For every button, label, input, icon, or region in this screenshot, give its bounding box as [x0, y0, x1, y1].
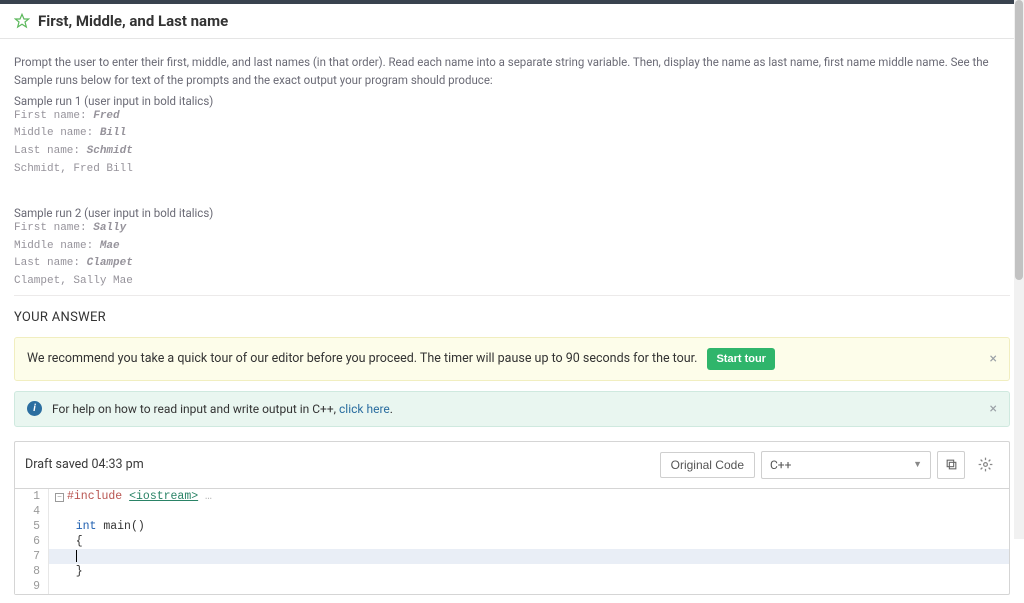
sample1-input-last: Schmidt — [87, 145, 133, 157]
code-token: int — [76, 520, 97, 533]
tour-banner-text: We recommend you take a quick tour of ou… — [27, 351, 697, 366]
divider — [14, 295, 1010, 296]
sample2-prompt-last: Last name: — [14, 257, 87, 269]
original-code-button[interactable]: Original Code — [660, 452, 755, 478]
favorite-star-icon[interactable] — [14, 13, 30, 29]
help-close-icon[interactable]: × — [990, 401, 997, 417]
sample2-input-middle: Mae — [100, 240, 120, 252]
sample-run-2: First name: Sally Middle name: Mae Last … — [14, 220, 1010, 290]
tour-banner: We recommend you take a quick tour of ou… — [14, 337, 1010, 381]
scrollbar-thumb[interactable] — [1015, 0, 1023, 280]
line-number: 7 — [15, 549, 49, 564]
code-fold-dots: … — [198, 490, 212, 503]
help-link[interactable]: click here — [339, 402, 390, 416]
main-content: Prompt the user to enter their first, mi… — [0, 39, 1024, 603]
tour-close-icon[interactable]: × — [990, 351, 997, 367]
line-number: 6 — [15, 534, 49, 549]
draft-status: Draft saved 04:33 pm — [25, 457, 144, 472]
info-icon: i — [27, 401, 42, 416]
page-scrollbar[interactable] — [1014, 0, 1024, 539]
help-banner: i For help on how to read input and writ… — [14, 391, 1010, 427]
sample-run-1: First name: Fred Middle name: Bill Last … — [14, 108, 1010, 178]
sample1-prompt-middle: Middle name: — [14, 127, 100, 139]
problem-title: First, Middle, and Last name — [38, 12, 228, 30]
code-area[interactable]: 1 −#include <iostream> … 4 5 int main() … — [15, 489, 1009, 594]
line-number: 4 — [15, 504, 49, 519]
sample2-input-first: Sally — [93, 222, 126, 234]
help-text: For help on how to read input and write … — [52, 402, 393, 416]
sample1-output: Schmidt, Fred Bill — [14, 163, 133, 175]
line-number: 1 — [15, 489, 49, 504]
sample2-input-last: Clampet — [87, 257, 133, 269]
settings-gear-icon[interactable] — [971, 451, 999, 479]
sample2-output: Clampet, Sally Mae — [14, 275, 133, 287]
sample-run-2-label: Sample run 2 (user input in bold italics… — [14, 206, 1010, 220]
line-number: 8 — [15, 564, 49, 579]
chevron-down-icon: ▼ — [913, 459, 922, 470]
help-prefix: For help on how to read input and write … — [52, 402, 339, 416]
code-token: } — [76, 565, 83, 578]
code-token: #include — [67, 490, 129, 503]
start-tour-button[interactable]: Start tour — [707, 348, 775, 370]
help-suffix: . — [390, 402, 393, 416]
line-number: 5 — [15, 519, 49, 534]
copy-icon[interactable] — [937, 451, 965, 479]
text-cursor — [76, 550, 77, 562]
code-token: main() — [96, 520, 144, 533]
sample1-prompt-last: Last name: — [14, 145, 87, 157]
sample1-input-first: Fred — [93, 110, 119, 122]
your-answer-heading: YOUR ANSWER — [14, 310, 1010, 325]
code-token: <iostream> — [129, 490, 198, 503]
problem-header: First, Middle, and Last name — [0, 4, 1024, 39]
problem-instructions: Prompt the user to enter their first, mi… — [14, 53, 1010, 90]
sample1-prompt-first: First name: — [14, 110, 93, 122]
sample1-input-middle: Bill — [100, 127, 126, 139]
sample-run-1-label: Sample run 1 (user input in bold italics… — [14, 94, 1010, 108]
language-select[interactable]: C++ ▼ — [761, 451, 931, 479]
line-number: 9 — [15, 579, 49, 594]
code-token: { — [76, 535, 83, 548]
editor-toolbar: Draft saved 04:33 pm Original Code C++ ▼ — [15, 442, 1009, 489]
sample2-prompt-first: First name: — [14, 222, 93, 234]
sample2-prompt-middle: Middle name: — [14, 240, 100, 252]
fold-toggle-icon[interactable]: − — [55, 493, 64, 502]
code-editor: Draft saved 04:33 pm Original Code C++ ▼… — [14, 441, 1010, 595]
language-value: C++ — [770, 458, 791, 472]
